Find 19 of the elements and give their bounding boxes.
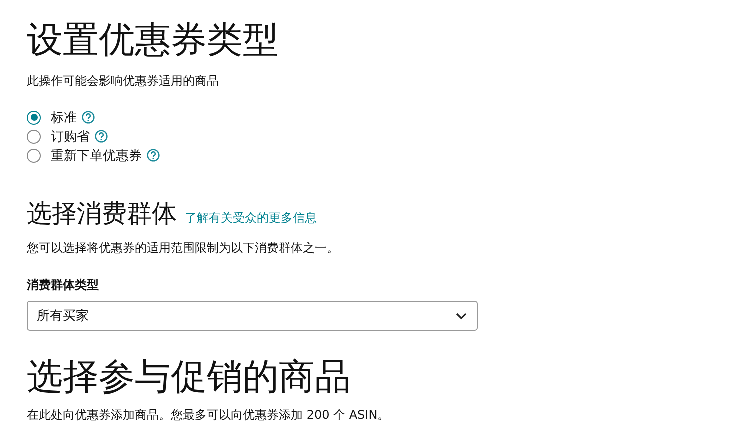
chevron-down-icon [456, 312, 467, 320]
radio-button[interactable] [27, 130, 41, 144]
section-description: 在此处向优惠券添加商品。您最多可以向优惠券添加 200 个 ASIN。 [27, 407, 391, 421]
radio-label[interactable]: 标准 [51, 108, 77, 126]
learn-more-link[interactable]: 了解有关受众的更多信息 [185, 210, 317, 227]
field-label: 消费群体类型 [27, 277, 100, 294]
help-icon[interactable] [95, 130, 108, 143]
radio-label[interactable]: 订购省 [51, 128, 90, 146]
audience-dropdown[interactable]: 所有买家 [27, 301, 478, 331]
section-description: 您可以选择将优惠券的适用范围限制为以下消费群体之一。 [27, 240, 340, 257]
subtitle: 此操作可能会影响优惠券适用的商品 [27, 73, 220, 90]
section-heading: 选择参与促销的商品 [27, 356, 352, 400]
page-title: 设置优惠券类型 [27, 19, 280, 63]
radio-button[interactable] [27, 110, 41, 124]
help-icon[interactable] [82, 111, 95, 124]
section-heading: 选择消费群体 [27, 198, 177, 230]
radio-label[interactable]: 重新下单优惠券 [51, 146, 142, 164]
help-icon[interactable] [147, 149, 160, 162]
radio-button[interactable] [27, 148, 41, 162]
